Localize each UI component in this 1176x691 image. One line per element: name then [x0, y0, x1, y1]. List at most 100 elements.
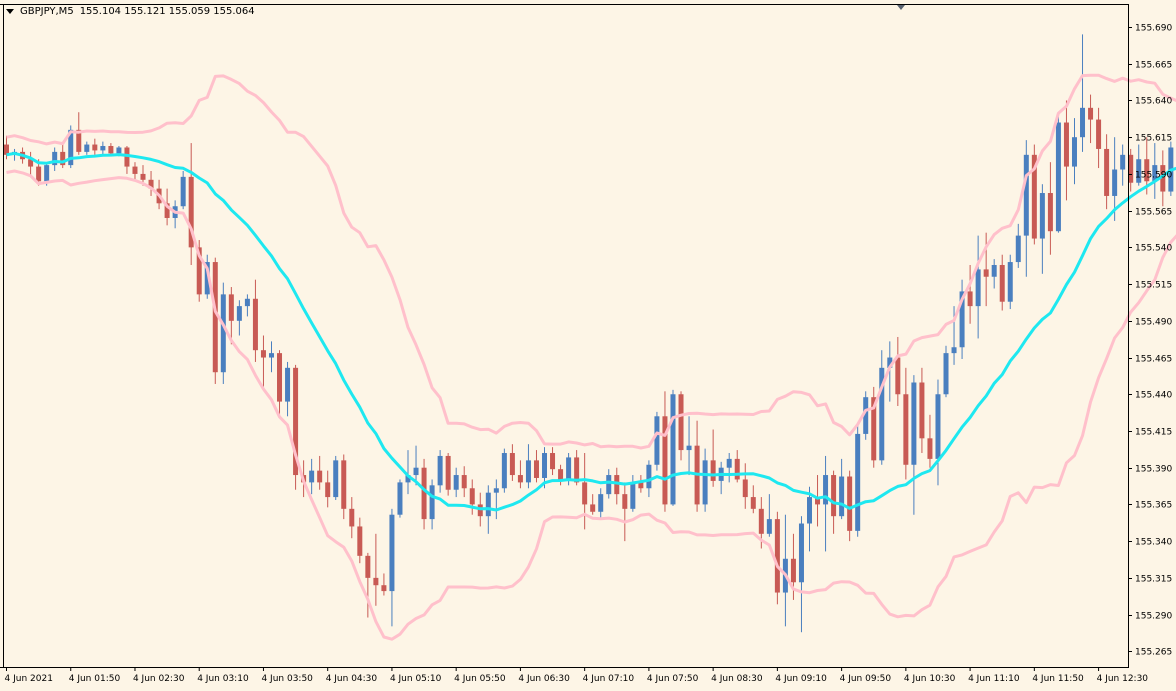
candle: [1096, 107, 1102, 169]
y-tick-label: 155.615: [1135, 134, 1172, 144]
y-tick-label: 155.540: [1135, 244, 1172, 254]
candle-body: [582, 482, 588, 505]
candle-body: [710, 460, 716, 481]
candle-body: [911, 382, 917, 465]
y-tick-label: 155.365: [1135, 501, 1172, 511]
candle: [686, 416, 692, 476]
candle: [959, 279, 965, 360]
candle-body: [357, 526, 363, 556]
candle: [558, 464, 564, 486]
candle-body: [1063, 122, 1069, 167]
candle-body: [469, 488, 475, 505]
candle-body: [855, 433, 861, 531]
shift-marker-icon[interactable]: [897, 5, 905, 10]
candle-body: [100, 146, 106, 151]
y-tick-label: 155.315: [1135, 575, 1172, 585]
candle: [1007, 254, 1013, 310]
candle-body: [726, 458, 732, 468]
candle: [445, 453, 451, 496]
candle-body: [44, 165, 50, 182]
candle-body: [493, 488, 499, 493]
candle: [501, 448, 507, 493]
candle-body: [967, 291, 973, 307]
x-tick-label: 4 Jun 11:50: [1032, 674, 1084, 684]
candle: [381, 573, 387, 596]
candle-body: [542, 453, 548, 478]
x-tick-label: 4 Jun 04:30: [326, 674, 378, 684]
upper-band-line: [6, 73, 1176, 450]
candle: [341, 454, 347, 520]
candle: [84, 141, 90, 155]
candle: [702, 448, 708, 512]
candle: [815, 475, 821, 527]
chart-window[interactable]: 155.690 155.665 155.640 155.615 155.590 155.5…: [0, 0, 1176, 691]
candle-body: [317, 470, 323, 483]
candle: [991, 259, 997, 289]
candle: [421, 458, 427, 530]
candle-body: [397, 482, 403, 515]
candle: [718, 461, 724, 495]
candle: [975, 235, 981, 339]
x-tick-label: 4 Jun 05:10: [390, 674, 442, 684]
candle: [212, 257, 218, 384]
candle-body: [220, 294, 226, 373]
x-tick-label: 4 Jun 01:50: [69, 674, 121, 684]
candle-body: [678, 394, 684, 451]
candle: [1039, 184, 1045, 274]
candle: [935, 379, 941, 486]
candle-body: [831, 475, 837, 517]
y-tick-label: 155.690: [1135, 24, 1172, 34]
candle-body: [92, 144, 98, 151]
dropdown-arrow-icon[interactable]: [6, 9, 14, 14]
y-tick-label: 155.665: [1135, 61, 1172, 71]
candle-body: [180, 176, 186, 207]
candle: [373, 533, 379, 606]
candle: [437, 450, 443, 493]
candle-body: [622, 494, 628, 509]
candle-body: [140, 173, 146, 180]
candle: [1120, 144, 1126, 186]
y-tick-label: 155.515: [1135, 281, 1172, 291]
candle-body: [389, 514, 395, 592]
candle: [252, 279, 258, 362]
candle: [590, 494, 596, 515]
candle-body: [606, 475, 612, 495]
candle: [453, 467, 459, 498]
candle: [293, 364, 299, 490]
candle: [694, 420, 700, 512]
candle-body: [550, 453, 556, 470]
candle-body: [742, 479, 748, 498]
candle: [895, 336, 901, 407]
candle-body: [533, 460, 539, 478]
y-tick-label: 155.415: [1135, 428, 1172, 438]
candle-body: [847, 476, 853, 531]
candle-body: [244, 298, 250, 307]
candle-body: [750, 497, 756, 509]
candle-body: [461, 475, 467, 489]
candle: [1047, 162, 1053, 255]
candle-body: [325, 482, 331, 498]
candle-body: [991, 264, 997, 277]
candle: [1015, 223, 1021, 268]
candle: [309, 458, 315, 495]
candle-body: [758, 508, 764, 534]
candle-body: [734, 458, 740, 480]
candle: [533, 450, 539, 483]
candle-body: [501, 453, 507, 489]
candle-body: [686, 445, 692, 451]
candle: [1031, 144, 1037, 245]
candle-body: [132, 166, 138, 174]
candle: [244, 294, 250, 317]
candle-body: [1023, 154, 1029, 236]
candle: [927, 414, 933, 468]
candle-body: [1047, 193, 1053, 232]
candle: [236, 300, 242, 336]
price-chart[interactable]: 155.690 155.665 155.640 155.615 155.590 155.5…: [0, 0, 1176, 691]
candle-body: [252, 298, 258, 351]
x-tick-label: 4 Jun 02:30: [133, 674, 185, 684]
candle: [1080, 34, 1086, 152]
candle: [670, 389, 676, 506]
candle-body: [413, 467, 419, 476]
candle: [493, 479, 499, 520]
candle-body: [903, 394, 909, 465]
